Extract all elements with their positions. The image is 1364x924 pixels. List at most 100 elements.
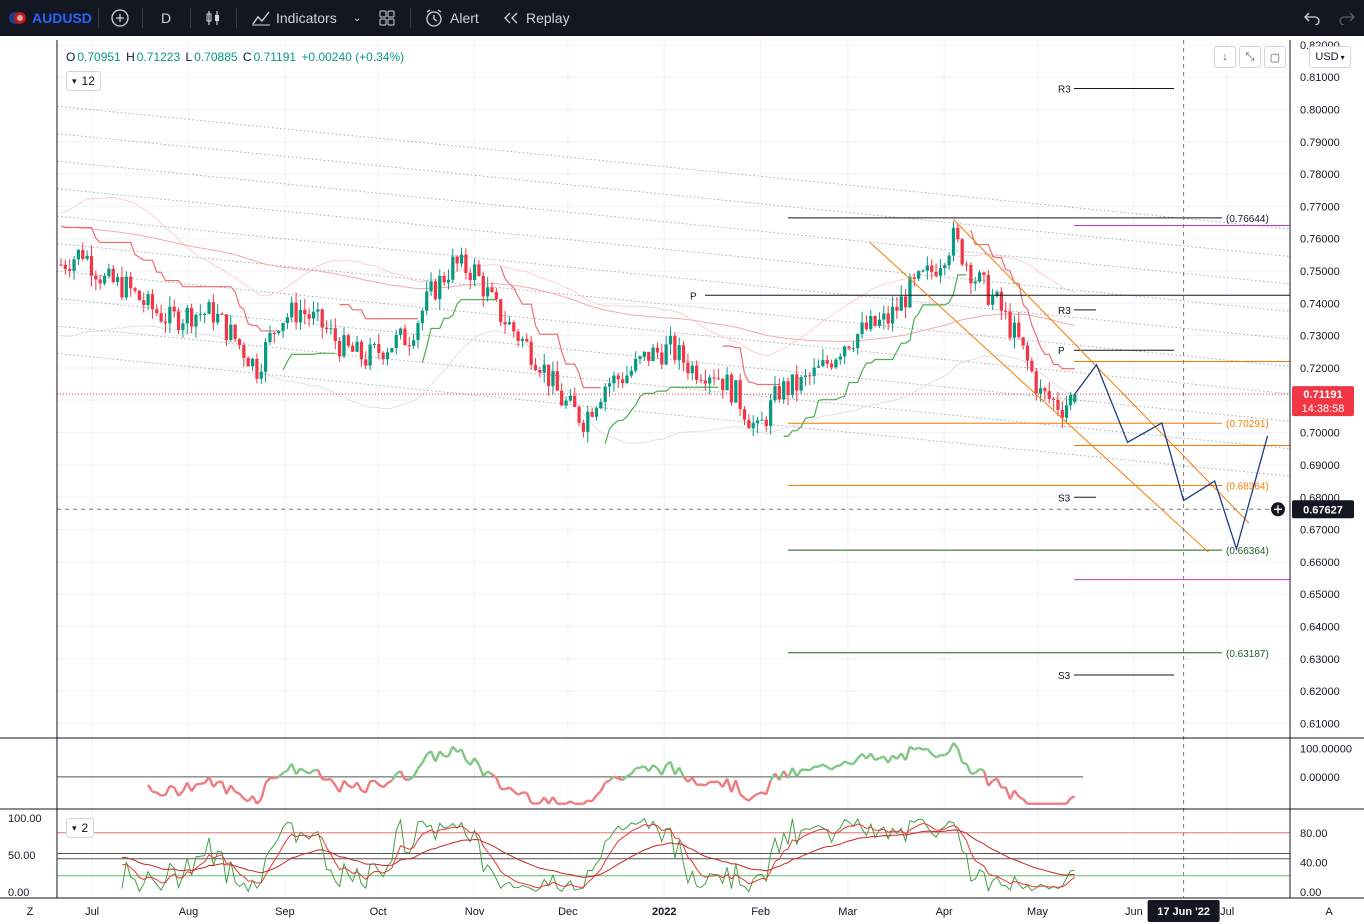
candle-body <box>943 265 947 269</box>
currency-select[interactable]: USD ▾ <box>1309 46 1351 68</box>
candle-body <box>89 255 94 276</box>
candle-body <box>142 300 146 306</box>
candle-body <box>59 264 63 266</box>
candle-body <box>499 299 503 323</box>
candle-body <box>407 345 411 347</box>
candle-body <box>390 348 394 353</box>
candle-body <box>834 359 838 368</box>
candle-body <box>699 379 703 381</box>
momentum-segment <box>613 775 619 780</box>
y-tick-label: 0.77000 <box>1300 201 1340 213</box>
candle-body <box>464 254 468 273</box>
candle-body <box>516 331 520 341</box>
symbol-search[interactable]: AUDUSD <box>32 0 92 36</box>
candle-body <box>486 287 490 297</box>
momentum-segment <box>626 772 632 778</box>
candle-body <box>599 401 603 409</box>
oscillator-collapse-toggle[interactable]: ▾ 2 <box>66 818 95 838</box>
momentum-segment <box>207 776 215 788</box>
candle-body <box>594 408 599 417</box>
indicators-chevron-down-icon[interactable]: ⌄ <box>353 0 361 36</box>
candle-body <box>686 362 690 374</box>
candle-body <box>351 345 355 352</box>
level-label: (0.70291) <box>1226 419 1269 430</box>
redo-icon[interactable] <box>1338 0 1356 36</box>
candle-body <box>203 313 207 315</box>
momentum-segment <box>386 779 393 785</box>
candle-body <box>281 322 285 331</box>
candle-body <box>886 313 890 324</box>
candle-body <box>899 296 903 311</box>
indicators-icon[interactable] <box>251 0 271 36</box>
candle-body <box>412 340 416 346</box>
undo-icon[interactable] <box>1303 0 1321 36</box>
candle-body <box>616 375 620 380</box>
candle-body <box>333 328 337 342</box>
momentum-segment <box>922 747 928 751</box>
level-label: (0.66364) <box>1226 546 1269 557</box>
momentum-segment <box>652 764 659 770</box>
replay-icon[interactable] <box>502 0 520 36</box>
momentum-segment <box>447 746 454 757</box>
candle-body <box>960 239 964 265</box>
compare-plus-icon[interactable] <box>110 0 130 36</box>
momentum-segment <box>304 770 310 775</box>
candle-body <box>551 371 555 387</box>
indicators-button[interactable]: Indicators <box>276 0 337 36</box>
y-tick-label: 0.63000 <box>1300 654 1340 666</box>
momentum-segment <box>369 779 375 783</box>
candle-body <box>459 254 464 264</box>
scroll-down-icon[interactable]: ↓ <box>1214 46 1236 68</box>
fullscreen-icon[interactable]: ▢ <box>1264 46 1286 68</box>
momentum-segment <box>839 760 846 767</box>
candle-body <box>934 271 938 276</box>
momentum-segment <box>274 775 279 780</box>
candle-body <box>969 264 973 284</box>
candle-body <box>115 277 120 283</box>
price-chart[interactable]: R3 (0.76644) P R3 P (0.70291) (0.68364) S3 (0.66… <box>0 36 1364 924</box>
momentum-segment <box>935 754 941 759</box>
momentum-segment <box>1008 789 1016 800</box>
candle-body <box>838 356 842 360</box>
candle-body <box>991 296 995 305</box>
momentum-segment <box>874 757 880 762</box>
layouts-grid-icon[interactable] <box>378 0 396 36</box>
candle-body <box>85 255 89 259</box>
falling-channel-line <box>869 241 1209 553</box>
candle-body <box>503 322 507 325</box>
x-tick-label: May <box>1027 906 1048 918</box>
momentum-segment <box>565 800 571 805</box>
candle-body <box>163 321 168 324</box>
candle-body <box>681 345 686 363</box>
candle-body <box>947 255 951 266</box>
momentum-segment <box>343 779 350 787</box>
candle-body <box>581 422 586 432</box>
candles-chart-type-icon[interactable] <box>204 0 222 36</box>
candle-body <box>860 322 864 335</box>
momentum-segment <box>757 791 763 795</box>
candle-body <box>72 259 76 271</box>
candle-body <box>189 307 194 327</box>
alert-button[interactable]: Alert <box>450 0 479 36</box>
candle-body <box>921 270 925 272</box>
momentum-segment <box>691 777 698 786</box>
change-value: +0.00240 (+0.34%) <box>301 50 405 64</box>
alert-clock-icon[interactable] <box>424 0 444 36</box>
momentum-segment <box>421 753 428 764</box>
candle-body <box>725 374 729 391</box>
momentum-segment <box>765 780 772 795</box>
candle-body <box>607 383 612 387</box>
candle-body <box>1017 322 1021 338</box>
interval-button[interactable]: D <box>161 0 171 36</box>
momentum-segment <box>378 783 384 789</box>
candle-body <box>403 328 407 346</box>
replay-button[interactable]: Replay <box>526 0 570 36</box>
momentum-segment <box>995 777 1003 789</box>
candle-body <box>176 311 181 331</box>
candle-body <box>586 411 590 432</box>
momentum-segment <box>725 778 733 793</box>
candle-body <box>673 335 677 360</box>
indicators-collapse-toggle[interactable]: ▾ 12 <box>66 71 101 91</box>
momentum-segment <box>752 792 759 798</box>
collapse-panes-icon[interactable]: ⤡ <box>1239 46 1261 68</box>
